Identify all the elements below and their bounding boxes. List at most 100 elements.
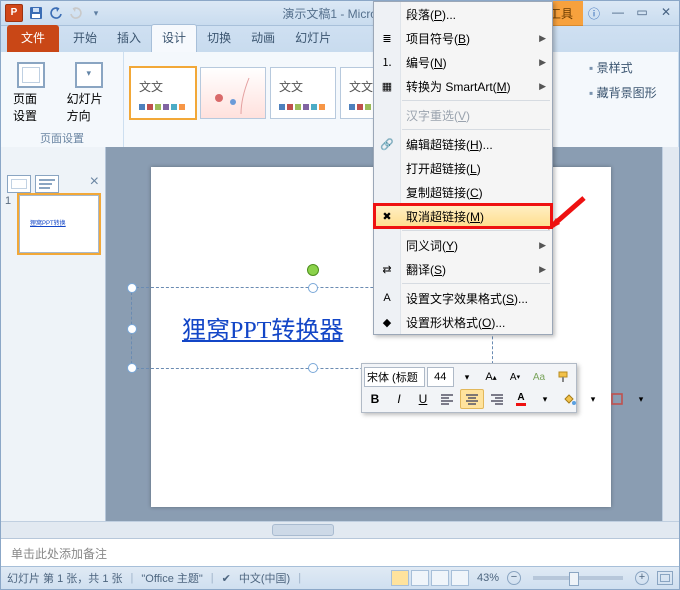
slide-thumbnail[interactable]: 狸窝PPT转换 (19, 195, 99, 253)
background-styles-button[interactable]: 景样式 (589, 59, 669, 76)
shape-fill-button[interactable] (558, 390, 580, 408)
ribbon-tabs: 文件 开始 插入 设计 切换 动画 幻灯片 (1, 26, 679, 52)
submenu-arrow-icon: ▶ (539, 33, 546, 44)
resize-handle[interactable] (308, 363, 318, 373)
shape-format-icon: ◆ (379, 314, 395, 330)
slideshow-view-button[interactable] (451, 570, 469, 586)
thumbnail-pane: × 1 狸窝PPT转换 (1, 147, 106, 521)
tab-design[interactable]: 设计 (151, 24, 197, 52)
menu-separator (402, 283, 550, 284)
menu-item-取消超链接[interactable]: ✖取消超链接(M) (374, 204, 552, 228)
menu-item-打开超链接[interactable]: 打开超链接(L) (374, 156, 552, 180)
menu-item-label: 设置文字效果格式(S)... (406, 290, 528, 307)
slides-view-icon[interactable] (7, 175, 31, 193)
resize-handle[interactable] (127, 324, 137, 334)
shape-outline-dropdown[interactable]: ▾ (630, 390, 652, 408)
font-name-combo[interactable]: 宋体 (标题 (364, 367, 425, 387)
menu-item-项目符号[interactable]: ≣项目符号(B)▶ (374, 26, 552, 50)
shrink-font-button[interactable]: A▾ (504, 368, 526, 386)
minimize-button[interactable]: — (609, 5, 627, 22)
spellcheck-icon[interactable]: ✔ (222, 572, 231, 585)
menu-item-label: 转换为 SmartArt(M) (406, 78, 511, 95)
menu-item-label: 设置形状格式(O)... (406, 314, 505, 331)
qat-customize-button[interactable]: ▾ (87, 4, 105, 22)
menu-item-复制超链接[interactable]: 复制超链接(C) (374, 180, 552, 204)
menu-item-设置形状格式[interactable]: ◆ 设置形状格式(O)... (374, 310, 552, 334)
save-button[interactable] (27, 4, 45, 22)
close-button[interactable]: ✕ (657, 5, 675, 22)
reading-view-button[interactable] (431, 570, 449, 586)
view-switcher (391, 570, 469, 586)
theme-item[interactable] (200, 67, 266, 119)
quick-access-toolbar: ▾ (27, 4, 105, 22)
orientation-icon (75, 62, 103, 88)
zoom-in-button[interactable]: + (635, 571, 649, 585)
menu-item-转换为SmartArt[interactable]: ▦转换为 SmartArt(M)▶ (374, 74, 552, 98)
tab-home[interactable]: 开始 (63, 25, 107, 52)
resize-handle[interactable] (308, 283, 318, 293)
theme-item[interactable]: 文文 (130, 67, 196, 119)
menu-item-label: 同义词(Y) (406, 237, 458, 254)
tab-transitions[interactable]: 切换 (197, 25, 241, 52)
redo-button[interactable] (67, 4, 85, 22)
underline-button[interactable]: U (412, 390, 434, 408)
tab-insert[interactable]: 插入 (107, 25, 151, 52)
align-center-button[interactable] (460, 389, 484, 409)
bold-button[interactable]: B (364, 390, 386, 408)
page-setup-button[interactable]: 页面设置 (7, 56, 55, 129)
font-size-combo[interactable]: 44 (427, 367, 454, 387)
undo-button[interactable] (47, 4, 65, 22)
change-case-button[interactable]: Aa (528, 368, 550, 386)
menu-separator (402, 129, 550, 130)
format-painter-button[interactable] (552, 368, 574, 386)
menu-item-段落[interactable]: 段落(P)... (374, 2, 552, 26)
zoom-slider-knob[interactable] (569, 572, 579, 586)
numbering-icon: ⒈ (379, 54, 395, 70)
resize-handle[interactable] (127, 363, 137, 373)
grow-font-button[interactable]: A▴ (480, 368, 502, 386)
tab-animations[interactable]: 动画 (241, 25, 285, 52)
blank-icon (379, 107, 395, 123)
italic-button[interactable]: I (388, 390, 410, 408)
menu-item-设置文字效果格式[interactable]: A设置文字效果格式(S)... (374, 286, 552, 310)
zoom-out-button[interactable]: − (507, 571, 521, 585)
menu-item-编号[interactable]: ⒈编号(N)▶ (374, 50, 552, 74)
zoom-percent[interactable]: 43% (477, 572, 499, 584)
shape-fill-dropdown[interactable]: ▾ (582, 390, 604, 408)
normal-view-button[interactable] (391, 570, 409, 586)
font-color-dropdown[interactable]: ▾ (534, 390, 556, 408)
resize-handle[interactable] (127, 283, 137, 293)
sorter-view-button[interactable] (411, 570, 429, 586)
context-menu: 段落(P)...≣项目符号(B)▶⒈编号(N)▶▦转换为 SmartArt(M)… (373, 1, 553, 335)
menu-item-label: 项目符号(B) (406, 30, 470, 47)
menu-item-翻译[interactable]: ⇄翻译(S)▶ (374, 257, 552, 281)
zoom-slider[interactable] (533, 576, 623, 580)
font-color-button[interactable]: A (510, 390, 532, 408)
theme-item[interactable]: 文文 (270, 67, 336, 119)
notes-pane[interactable]: 单击此处添加备注 (1, 538, 679, 567)
font-size-dropdown[interactable]: ▾ (456, 368, 478, 386)
help-button[interactable]: ⓘ (585, 5, 603, 22)
scrollbar-thumb[interactable] (272, 524, 334, 536)
menu-item-汉字重选[interactable]: 汉字重选(V) (374, 103, 552, 127)
vertical-scrollbar[interactable] (662, 147, 679, 521)
maximize-button[interactable]: ▭ (633, 5, 651, 22)
menu-item-label: 汉字重选(V) (406, 107, 470, 124)
rotation-handle[interactable] (307, 264, 319, 276)
tab-file[interactable]: 文件 (7, 25, 59, 52)
shape-outline-button[interactable] (606, 390, 628, 408)
outline-view-icon[interactable] (35, 175, 59, 193)
slide-orientation-button[interactable]: 幻灯片方向 (61, 56, 117, 129)
menu-item-编辑超链接[interactable]: 🔗编辑超链接(H)... (374, 132, 552, 156)
app-icon (5, 4, 23, 22)
pane-close-icon[interactable]: × (90, 175, 99, 193)
horizontal-scrollbar[interactable] (1, 521, 679, 538)
fit-to-window-button[interactable] (657, 571, 673, 585)
tab-slideshow[interactable]: 幻灯片 (285, 25, 341, 52)
menu-item-同义词[interactable]: 同义词(Y)▶ (374, 233, 552, 257)
align-left-button[interactable] (436, 390, 458, 408)
hyperlink-text[interactable]: 狸窝PPT转换器 (182, 310, 343, 345)
align-right-button[interactable] (486, 390, 508, 408)
hide-background-graphics-checkbox[interactable]: 藏背景图形 (589, 84, 669, 101)
language-status[interactable]: 中文(中国) (239, 570, 290, 586)
